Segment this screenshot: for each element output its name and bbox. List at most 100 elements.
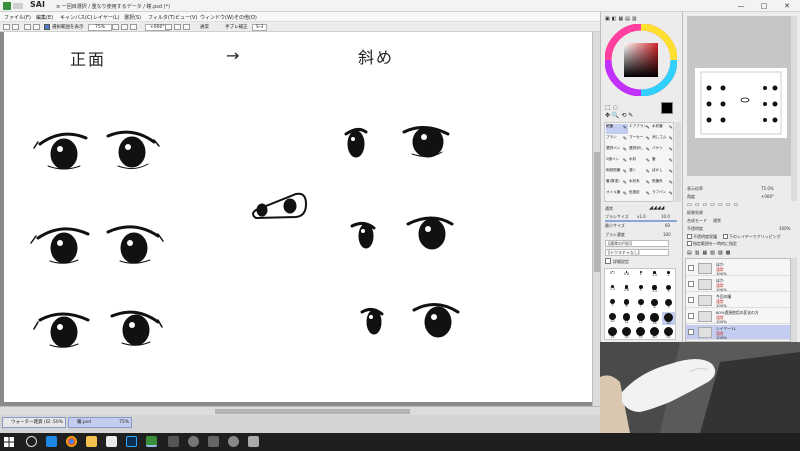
brush-size-preset[interactable]: 0.7 (606, 270, 619, 283)
menu-canvas[interactable]: キャンバス(C) (60, 14, 92, 21)
view-tools-icons[interactable]: ✥ 🔍 ⟲ ✎ (605, 112, 633, 119)
brush-size-preset[interactable]: 4 (662, 284, 675, 297)
brush-size-preset[interactable]: 16 (648, 312, 661, 325)
brush-texture-select[interactable]: 【テクスチャなし】 (605, 249, 669, 256)
tool-scrollbar[interactable] (675, 122, 681, 202)
stabilizer-select[interactable]: S-3 (252, 24, 268, 31)
brush-mode[interactable]: 通常 (605, 206, 613, 212)
select-source-checkbox[interactable] (687, 241, 692, 246)
layer-row[interactable]: 今回の瞳 通常 100% (686, 293, 790, 308)
store-icon[interactable] (106, 436, 117, 447)
foreground-color-swatch[interactable] (661, 102, 673, 114)
minimize-button[interactable]: — (730, 1, 752, 11)
tool-item[interactable]: ラフペン ✎ (652, 190, 674, 200)
brush-size-preset[interactable]: 0.8 (620, 270, 633, 283)
zoom-select[interactable]: 75% (88, 24, 113, 31)
nav-scrollbar[interactable] (791, 16, 797, 201)
brush-size-preset[interactable]: 1.5 (648, 270, 661, 283)
menu-filter[interactable]: フィルタ(T) (148, 14, 175, 21)
navigator-view[interactable] (687, 16, 791, 176)
app-icon-5[interactable] (248, 436, 259, 447)
brush-tip-icons[interactable]: ◢◢◢◢ (649, 205, 664, 211)
app-icon-1[interactable] (168, 436, 179, 447)
undo-icon[interactable] (3, 24, 10, 30)
rotate-left-icon[interactable] (165, 24, 172, 30)
menu-select[interactable]: 選択(S) (124, 14, 141, 21)
doc-tab-1[interactable]: ウォーター雑貨 (日... 50% (2, 417, 66, 428)
brush-size-preset[interactable]: 9 (662, 298, 675, 311)
drawing-canvas[interactable]: 正面 → 斜め (4, 32, 592, 402)
tool-item[interactable]: 水彩系 ✎ (629, 179, 651, 189)
brush-size-slider[interactable] (605, 220, 677, 222)
brush-size-multiplier[interactable]: x1.0 (637, 214, 646, 219)
zoom-value[interactable]: 75.0% (761, 186, 774, 191)
invert-selection-icon[interactable] (33, 24, 40, 30)
brush-size-preset[interactable]: 3 (634, 284, 647, 297)
tool-item[interactable]: 色指定 ✎ (629, 190, 651, 200)
brush-size-preset[interactable]: 2.6 (620, 284, 633, 297)
edge-icon[interactable] (46, 436, 57, 447)
eye-icon[interactable] (688, 313, 694, 319)
tool-item[interactable]: 筆(厚塗) ✎ (606, 179, 628, 189)
tool-item[interactable]: 筆 ✎ (652, 157, 674, 167)
menu-layer[interactable]: レイヤー(L) (93, 14, 120, 21)
layer-action-icons[interactable]: ▤▥▦▧▨▩ (687, 250, 733, 256)
sai-taskbar-icon[interactable] (146, 436, 157, 447)
rotate-reset-icon[interactable] (183, 24, 190, 30)
horizontal-scroll-thumb[interactable] (215, 409, 410, 414)
tool-item[interactable]: 濃く ✎ (629, 168, 651, 178)
brush-size-preset[interactable]: 50 (662, 326, 675, 339)
tool-item[interactable]: 選択消し ✎ (629, 146, 651, 156)
brush-size-preset[interactable]: 1 (634, 270, 647, 283)
selection-tools-icons[interactable]: ⬚ ◌ (605, 104, 618, 111)
app-icon-3[interactable] (208, 436, 219, 447)
menu-window[interactable]: ウィンドウ(W) (200, 14, 234, 21)
selection-checkbox[interactable] (44, 24, 50, 30)
protect-checkbox[interactable] (687, 234, 692, 239)
angle-value[interactable]: +000° (761, 194, 774, 199)
brush-size-preset[interactable]: 2 (662, 270, 675, 283)
brush-size-preset[interactable]: 6 (620, 298, 633, 311)
eye-icon[interactable] (688, 265, 694, 271)
deselect-icon[interactable] (24, 24, 31, 30)
brush-size-preset[interactable]: 8 (648, 298, 661, 311)
brush-size-preset[interactable]: 5 (606, 298, 619, 311)
layer-scrollbar[interactable] (791, 258, 797, 342)
layer-row[interactable]: ほか 通常 100% (686, 277, 790, 292)
eye-icon[interactable] (688, 329, 694, 335)
app-icon-4[interactable] (228, 436, 239, 447)
eye-icon[interactable] (688, 297, 694, 303)
tool-item[interactable]: 消しゴム ✎ (652, 135, 674, 145)
layer-row[interactable]: レイヤー11 通常 100% (686, 325, 790, 340)
brush-size-value[interactable]: 10.0 (661, 214, 670, 219)
tool-item[interactable]: 水彩筆 ✎ (652, 124, 674, 134)
tool-item[interactable]: 2値ペン ✎ (606, 157, 628, 167)
tool-item[interactable]: ぼかし ✎ (652, 168, 674, 178)
close-button[interactable]: ✕ (776, 1, 798, 11)
tool-item[interactable]: 鉛筆系 ✎ (652, 179, 674, 189)
menu-view[interactable]: ビュー(V) (175, 14, 197, 21)
tool-item[interactable]: 水彩 ✎ (629, 157, 651, 167)
zoom-in-icon[interactable] (112, 24, 119, 30)
tool-item[interactable]: マーカー ✎ (629, 135, 651, 145)
layer-row[interactable]: ほか 通常 100% (686, 261, 790, 276)
windows-start-icon[interactable] (4, 437, 14, 447)
min-size-value[interactable]: 60 (665, 223, 670, 228)
brush-size-preset[interactable]: 14 (634, 312, 647, 325)
brush-size-preset[interactable]: 7 (634, 298, 647, 311)
app-icon-2[interactable] (188, 436, 199, 447)
brush-size-preset[interactable]: 12 (620, 312, 633, 325)
mode-select[interactable]: 通常 (200, 24, 209, 30)
clip-checkbox[interactable] (723, 234, 728, 239)
redo-icon[interactable] (12, 24, 19, 30)
brush-size-preset[interactable]: 2.3 (606, 284, 619, 297)
zoom-reset-icon[interactable] (130, 24, 137, 30)
search-icon[interactable] (26, 436, 37, 447)
brush-size-preset[interactable]: 35 (634, 326, 647, 339)
zoom-out-icon[interactable] (121, 24, 128, 30)
menu-other[interactable]: その他(O) (234, 14, 257, 21)
color-mode-icons[interactable]: ▣◧▦▤▥ (605, 16, 639, 22)
color-wheel[interactable] (605, 24, 677, 96)
menu-edit[interactable]: 編集(E) (36, 14, 53, 21)
detail-settings-toggle[interactable] (605, 258, 611, 264)
